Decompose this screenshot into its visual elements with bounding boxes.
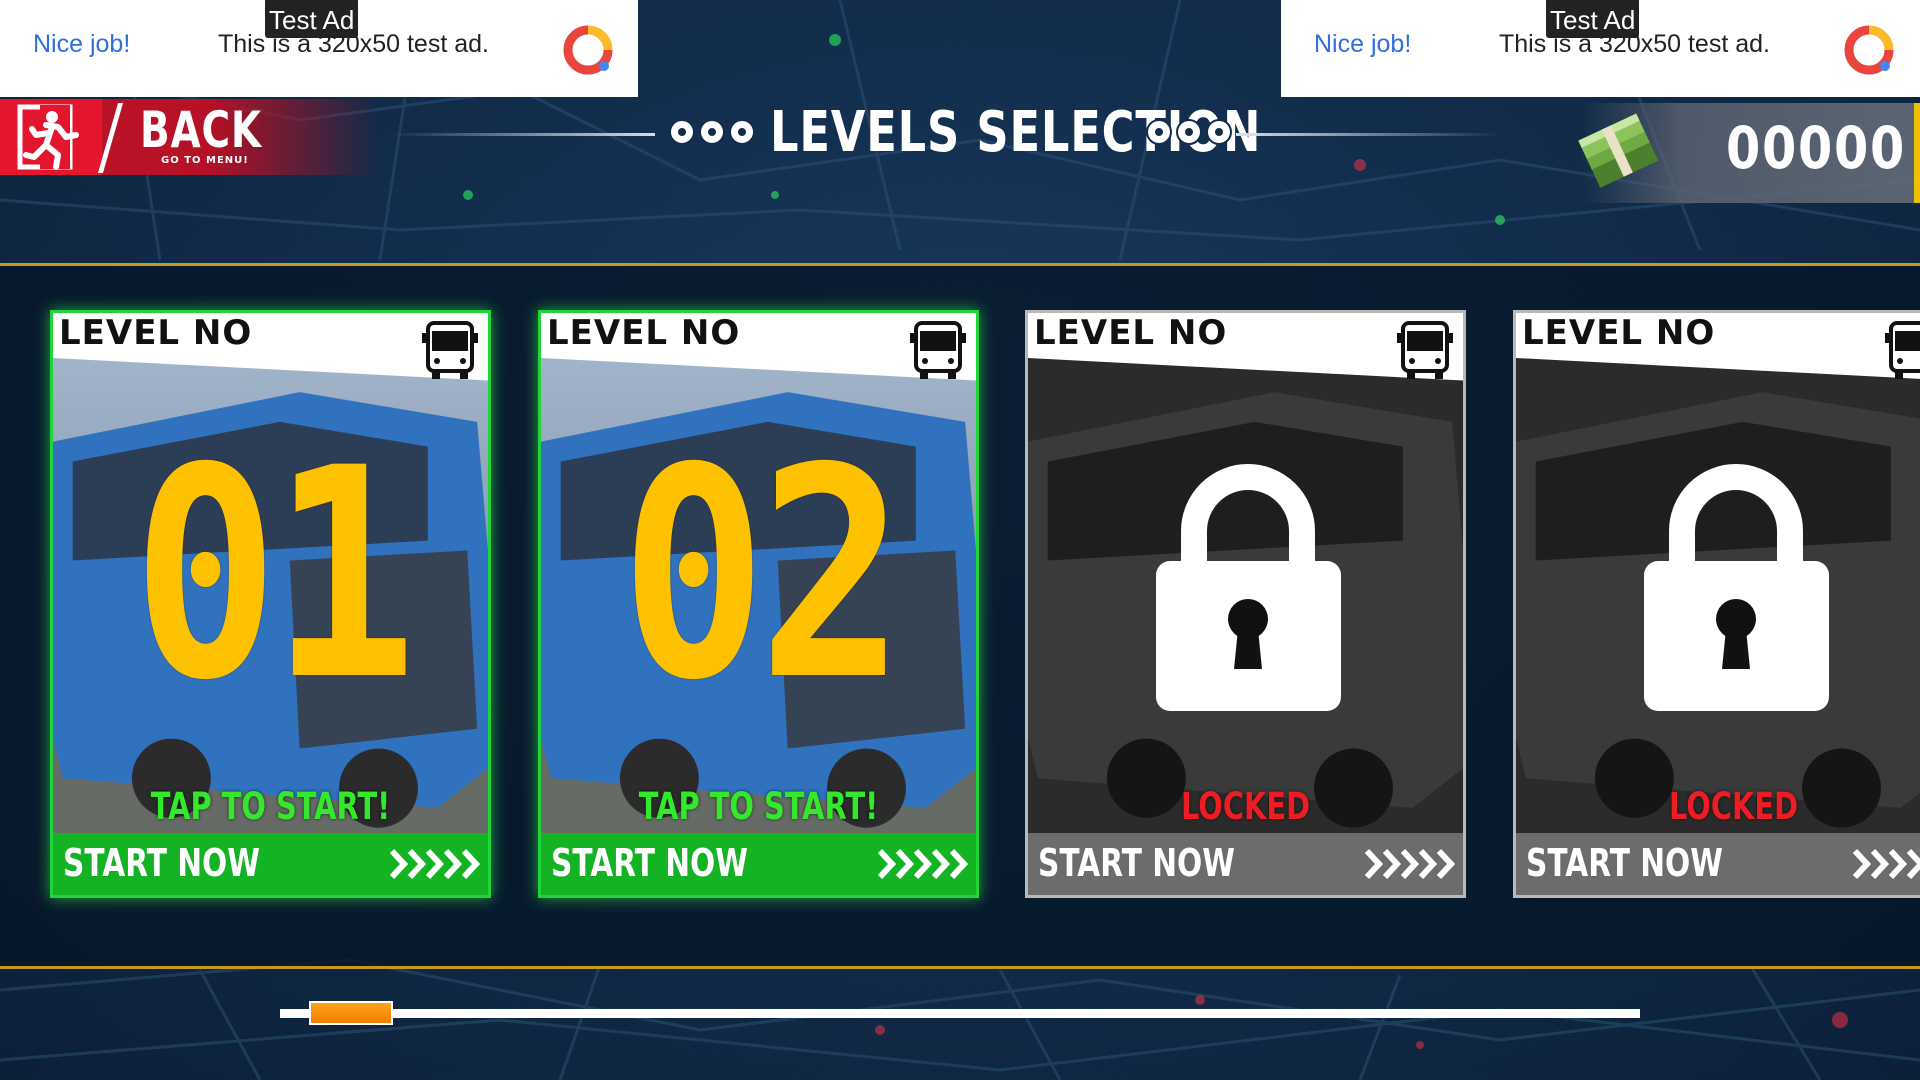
- level-label: LEVEL NO: [59, 313, 253, 353]
- padlock-icon: [1644, 464, 1829, 711]
- chevrons-right-icon: [389, 848, 480, 880]
- level-status: TAP TO START!: [638, 785, 879, 828]
- back-sublabel: GO TO MENU!: [161, 155, 249, 166]
- level-status: LOCKED: [1668, 785, 1799, 828]
- title-line-right: [1236, 133, 1500, 136]
- bus-icon: [422, 321, 478, 379]
- level-card-03[interactable]: LEVEL NO LOCKED START NOW: [1025, 310, 1466, 898]
- title-line-left: [390, 133, 655, 136]
- level-label: LEVEL NO: [547, 313, 741, 353]
- start-now-button[interactable]: START NOW: [1516, 833, 1920, 895]
- start-now-button[interactable]: START NOW: [1028, 833, 1463, 895]
- admob-logo-icon: [563, 25, 613, 75]
- start-now-label: START NOW: [551, 841, 748, 885]
- chevrons-right-icon: [1364, 848, 1455, 880]
- back-label: BACK: [140, 101, 262, 159]
- level-number: 01: [132, 407, 417, 744]
- cash-panel-accent: [1914, 103, 1920, 203]
- bus-icon: [910, 321, 966, 379]
- level-scrollbar-track[interactable]: [280, 1009, 1640, 1018]
- level-number: 02: [620, 407, 905, 744]
- exit-runner-icon: [17, 104, 79, 170]
- ad-text: This is a 320x50 test ad.: [1499, 30, 1770, 58]
- start-now-button[interactable]: START NOW: [53, 833, 488, 895]
- chevrons-right-icon: [1852, 848, 1920, 880]
- start-now-label: START NOW: [63, 841, 260, 885]
- level-status: TAP TO START!: [150, 785, 391, 828]
- level-card-04[interactable]: LEVEL NO LOCKED START NOW: [1513, 310, 1920, 898]
- level-label: LEVEL NO: [1034, 313, 1228, 353]
- back-button[interactable]: BACK GO TO MENU!: [0, 99, 380, 175]
- wheel-ornament-icon: [669, 119, 755, 145]
- start-now-label: START NOW: [1526, 841, 1723, 885]
- bus-icon: [1885, 321, 1920, 379]
- start-now-label: START NOW: [1038, 841, 1235, 885]
- ad-banner-left[interactable]: Test Ad Nice job! This is a 320x50 test …: [0, 0, 638, 97]
- wheel-ornament-icon: [1146, 119, 1232, 145]
- exit-icon-box: [0, 99, 102, 175]
- admob-logo-icon: [1844, 25, 1894, 75]
- ad-text: This is a 320x50 test ad.: [218, 30, 489, 58]
- money-stack-icon: [1578, 113, 1659, 188]
- level-card-01[interactable]: LEVEL NO 01 TAP TO START! START NOW: [50, 310, 491, 898]
- page-title-bar: LEVELS SELECTION: [380, 100, 1540, 170]
- padlock-icon: [1156, 464, 1341, 711]
- bus-icon: [1397, 321, 1453, 379]
- level-scrollbar-thumb[interactable]: [309, 1001, 393, 1025]
- level-label: LEVEL NO: [1522, 313, 1716, 353]
- level-status: LOCKED: [1180, 785, 1311, 828]
- chevrons-right-icon: [877, 848, 968, 880]
- level-card-02[interactable]: LEVEL NO 02 TAP TO START! START NOW: [538, 310, 979, 898]
- ad-headline: Nice job!: [1314, 30, 1412, 58]
- cash-value: 00000: [1726, 114, 1907, 182]
- ad-headline: Nice job!: [33, 30, 131, 58]
- ad-banner-right[interactable]: Test Ad Nice job! This is a 320x50 test …: [1281, 0, 1920, 97]
- start-now-button[interactable]: START NOW: [541, 833, 976, 895]
